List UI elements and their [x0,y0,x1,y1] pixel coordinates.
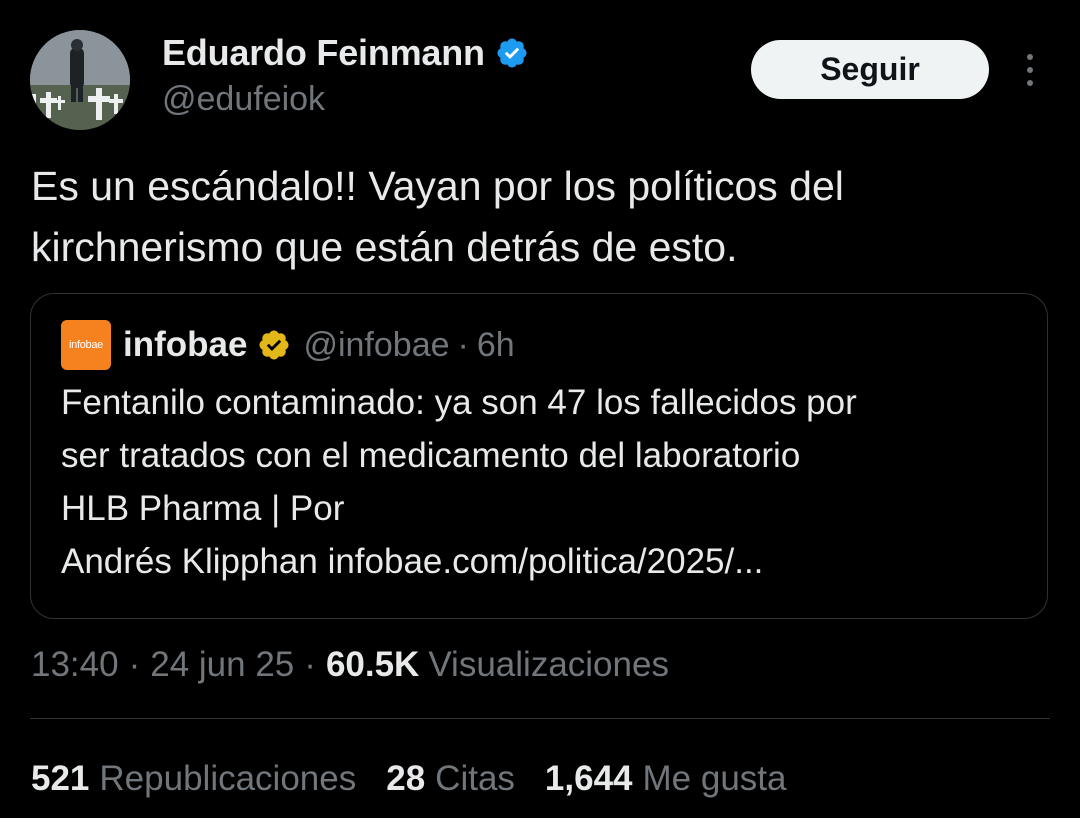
author-display-name[interactable]: Eduardo Feinmann [162,32,485,74]
reposts-stat[interactable]: 521 Republicaciones [31,759,356,799]
quoted-text-line: ser tratados con el medicamento del labo… [61,436,801,475]
tweet-text-line: Es un escándalo!! Vayan por los político… [31,163,844,209]
quoted-author-name[interactable]: infobae [123,325,247,365]
divider [30,718,1050,719]
engagement-stats: 521 Republicaciones 28 Citas 1,644 Me gu… [31,754,816,804]
quoted-tweet-text: Fentanilo contaminado: ya son 47 los fal… [61,376,1021,588]
avatar-photo-icon [30,30,130,130]
author-handle[interactable]: @edufeiok [162,80,325,119]
likes-label: Me gusta [642,759,787,798]
quoted-text-line: Andrés Klipphan infobae.com/politica/202… [61,542,764,581]
more-dot [1027,67,1033,73]
reposts-label: Republicaciones [99,759,357,798]
views-count: 60.5K [325,645,420,684]
separator-dot: · [304,645,316,684]
quotes-stat[interactable]: 28 Citas [386,759,515,799]
follow-button[interactable]: Seguir [751,40,989,99]
more-dot [1027,80,1033,86]
author-avatar[interactable] [30,30,130,130]
quotes-label: Citas [435,759,515,798]
more-dot [1027,54,1033,60]
quoted-author-handle[interactable]: @infobae [303,326,449,365]
separator-dot: · [457,325,469,364]
quotes-count: 28 [386,759,426,798]
likes-count: 1,644 [544,759,633,798]
tweet-text: Es un escándalo!! Vayan por los político… [31,156,1041,278]
more-vertical-icon[interactable] [1016,50,1044,90]
quoted-tweet-time[interactable]: 6h [477,326,515,365]
tweet-text-line: kirchnerismo que están detrás de esto. [31,224,738,270]
quoted-text-line: HLB Pharma | Por [61,489,345,528]
verified-badge-icon[interactable] [495,36,529,70]
quoted-tweet-header: infobae infobae @infobae · 6h [61,320,515,370]
tweet-header: Eduardo Feinmann @edufeiok Seguir [0,0,1080,140]
quoted-tweet-card[interactable]: infobae infobae @infobae · 6h Fentanilo … [30,293,1048,619]
tweet-meta: 13:40 · 24 jun 25 · 60.5K Visualizacione… [31,640,669,690]
gold-verified-badge-icon [257,328,291,362]
author-name-row: Eduardo Feinmann [162,32,529,74]
separator-dot: · [128,645,141,684]
quoted-text-line: Fentanilo contaminado: ya son 47 los fal… [61,383,857,422]
tweet-time[interactable]: 13:40 [31,645,119,685]
reposts-count: 521 [31,759,90,798]
infobae-logo[interactable]: infobae [61,320,111,370]
views-label: Visualizaciones [428,645,669,684]
likes-stat[interactable]: 1,644 Me gusta [545,759,787,799]
tweet-date[interactable]: 24 jun 25 [150,645,294,685]
